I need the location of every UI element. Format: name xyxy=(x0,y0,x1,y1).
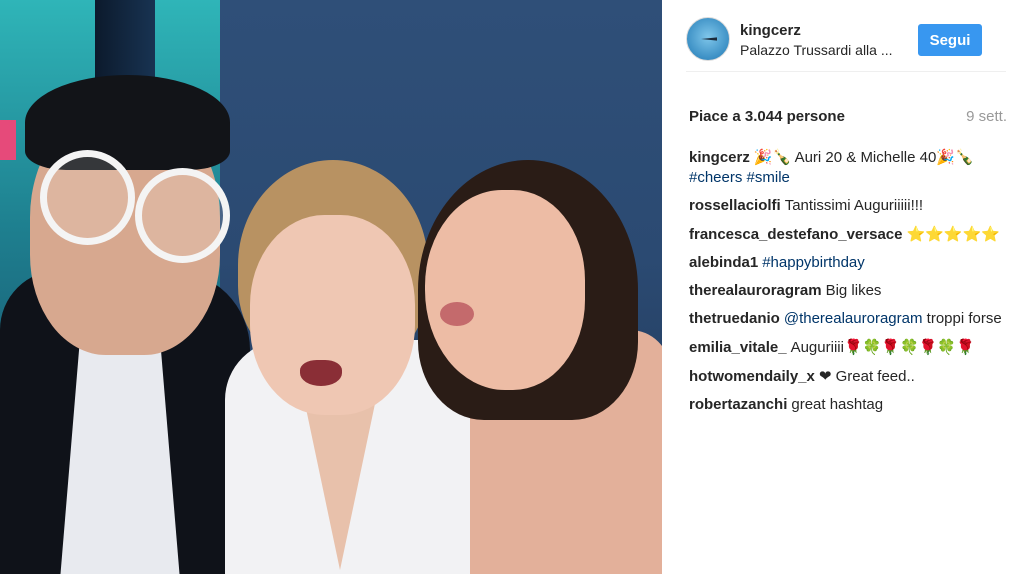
comment-item: rossellaciolfi Tantissimi Auguriiiii!!! xyxy=(689,196,1007,216)
comment-item: alebinda1 #happybirthday xyxy=(689,253,1007,273)
comment-text: Auguriiii xyxy=(790,339,844,356)
location-link[interactable]: Palazzo Trussardi alla ... xyxy=(740,42,893,58)
emoji-icon: 🌹 xyxy=(843,338,863,356)
emoji-icon: 🍀 xyxy=(937,338,957,356)
comment-author-link[interactable]: francesca_destefano_versace xyxy=(689,226,902,243)
airplane-icon xyxy=(701,37,717,41)
emoji-icon: 🍾 xyxy=(772,148,792,166)
likes-row: Piace a 3.044 persone 9 sett. xyxy=(689,108,1007,128)
novelty-glasses xyxy=(40,150,230,263)
comment-text: Big likes xyxy=(825,282,882,299)
comment-text: Auri 20 & Michelle 40 xyxy=(791,149,937,166)
woman2-face xyxy=(425,190,585,390)
likes-count[interactable]: Piace a 3.044 persone xyxy=(689,108,845,125)
username-link[interactable]: kingcerz xyxy=(740,22,801,39)
hashtag-link[interactable]: #cheers xyxy=(689,169,742,186)
comments-list: kingcerz 🎉🍾 Auri 20 & Michelle 40🎉🍾 #chee… xyxy=(689,147,1007,423)
woman2-lips xyxy=(440,302,474,326)
comment-author-link[interactable]: thetruedanio xyxy=(689,310,780,327)
emoji-icon: 🍀 xyxy=(862,338,882,356)
comment-item: francesca_destefano_versace ⭐⭐⭐⭐⭐ xyxy=(689,224,1007,245)
comment-text: Great feed.. xyxy=(831,368,915,385)
hashtag-link[interactable]: #smile xyxy=(747,169,790,186)
emoji-icon: 🎉 xyxy=(936,148,955,166)
emoji-icon: ⭐⭐⭐⭐⭐ xyxy=(906,225,1000,243)
comment-author-link[interactable]: kingcerz xyxy=(689,149,750,166)
glasses-lens-right xyxy=(135,168,230,263)
comment-author-link[interactable]: alebinda1 xyxy=(689,254,758,271)
follow-button[interactable]: Segui xyxy=(918,24,982,56)
comment-item: kingcerz 🎉🍾 Auri 20 & Michelle 40🎉🍾 #chee… xyxy=(689,147,1007,188)
comment-item: thetruedanio @therealauroragram troppi fo… xyxy=(689,309,1007,329)
woman1-face xyxy=(250,215,415,415)
comment-author-link[interactable]: therealauroragram xyxy=(689,282,822,299)
emoji-icon: 🌹 xyxy=(956,338,975,356)
hashtag-link[interactable]: #happybirthday xyxy=(762,254,865,271)
woman1-mouth xyxy=(300,360,342,386)
comment-author-link[interactable]: robertazanchi xyxy=(689,396,787,413)
emoji-icon: 🌹 xyxy=(918,338,938,356)
glasses-lens-left xyxy=(40,150,135,245)
comment-item: robertazanchi great hashtag xyxy=(689,395,1007,415)
comment-text: troppi forse xyxy=(922,310,1002,327)
avatar[interactable] xyxy=(686,17,730,61)
emoji-icon: 🍀 xyxy=(900,338,919,356)
hashtag-link[interactable]: @therealauroragram xyxy=(784,310,923,327)
comment-item: therealauroragram Big likes xyxy=(689,281,1007,301)
comment-author-link[interactable]: hotwomendaily_x xyxy=(689,368,815,385)
comment-author-link[interactable]: emilia_vitale_ xyxy=(689,339,787,356)
emoji-icon: 🌹 xyxy=(881,338,900,356)
comment-item: hotwomendaily_x ❤ Great feed.. xyxy=(689,366,1007,387)
comment-item: emilia_vitale_ Auguriiii🌹🍀🌹🍀🌹🍀🌹 xyxy=(689,337,1007,358)
emoji-icon: 🍾 xyxy=(955,148,974,166)
emoji-icon: 🎉 xyxy=(753,148,773,166)
comment-text: great hashtag xyxy=(791,396,884,413)
photo-led-light xyxy=(0,120,16,160)
comment-author-link[interactable]: rossellaciolfi xyxy=(689,197,781,214)
emoji-icon: ❤ xyxy=(818,367,832,385)
post-photo[interactable] xyxy=(0,0,662,574)
post-timestamp[interactable]: 9 sett. xyxy=(966,108,1007,125)
comment-text: Tantissimi Auguriiiii!!! xyxy=(784,197,924,214)
